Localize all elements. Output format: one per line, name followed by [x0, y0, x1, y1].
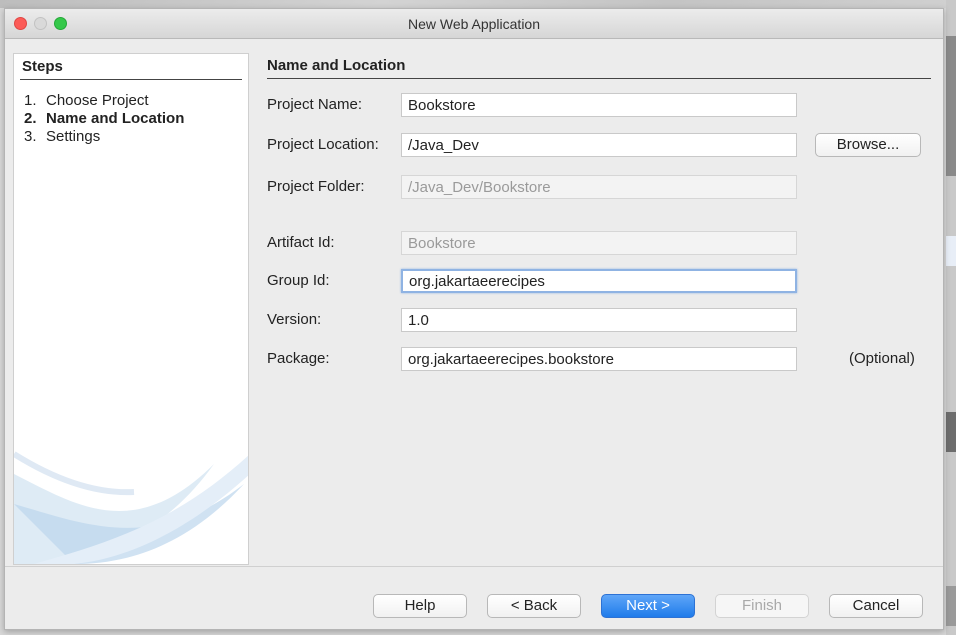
- artifact-id-input: [401, 231, 797, 255]
- version-input[interactable]: [401, 308, 797, 332]
- project-folder-row: Project Folder:: [267, 175, 935, 199]
- project-location-label: Project Location:: [267, 136, 379, 153]
- steps-list: 1. Choose Project 2. Name and Location 3. S…: [24, 92, 184, 146]
- artifact-id-row: Artifact Id:: [267, 231, 935, 255]
- group-id-row: Group Id:: [267, 269, 935, 293]
- steps-panel: Steps 1. Choose Project 2. Name and Locati…: [13, 53, 249, 565]
- package-input[interactable]: [401, 347, 797, 371]
- package-label: Package:: [267, 350, 330, 367]
- group-id-input[interactable]: [401, 269, 797, 293]
- project-location-input[interactable]: [401, 133, 797, 157]
- panel-divider: [267, 78, 931, 79]
- project-folder-input: [401, 175, 797, 199]
- finish-button: Finish: [715, 594, 809, 618]
- window-title: New Web Application: [407, 16, 541, 32]
- package-row: Package: (Optional): [267, 347, 935, 371]
- steps-heading: Steps: [22, 58, 63, 75]
- step-choose-project: 1. Choose Project: [24, 92, 149, 109]
- project-name-label: Project Name:: [267, 96, 363, 113]
- new-web-application-dialog: New Web Application Steps 1. Choose Proje…: [4, 8, 944, 630]
- project-name-row: Project Name:: [267, 93, 935, 117]
- next-button[interactable]: Next >: [601, 594, 695, 618]
- project-name-input[interactable]: [401, 93, 797, 117]
- footer-divider: [5, 566, 943, 567]
- browse-button[interactable]: Browse...: [815, 133, 921, 157]
- help-button[interactable]: Help: [373, 594, 467, 618]
- background-app-strip: [0, 0, 956, 8]
- step-settings: 3. Settings: [24, 128, 101, 145]
- background-app-edge: [946, 0, 956, 635]
- title-bar: New Web Application: [5, 9, 943, 39]
- steps-divider: [20, 79, 242, 80]
- back-button[interactable]: < Back: [487, 594, 581, 618]
- cancel-button[interactable]: Cancel: [829, 594, 923, 618]
- group-id-label: Group Id:: [267, 272, 330, 289]
- artifact-id-label: Artifact Id:: [267, 234, 335, 251]
- project-folder-label: Project Folder:: [267, 178, 365, 195]
- package-optional-hint: (Optional): [849, 350, 915, 367]
- wizard-swoosh-graphic: [14, 451, 248, 564]
- version-label: Version:: [267, 311, 322, 328]
- version-row: Version:: [267, 308, 935, 332]
- step-name-and-location: 2. Name and Location: [24, 110, 185, 127]
- panel-heading: Name and Location: [267, 57, 406, 74]
- project-location-row: Project Location: Browse...: [267, 133, 935, 157]
